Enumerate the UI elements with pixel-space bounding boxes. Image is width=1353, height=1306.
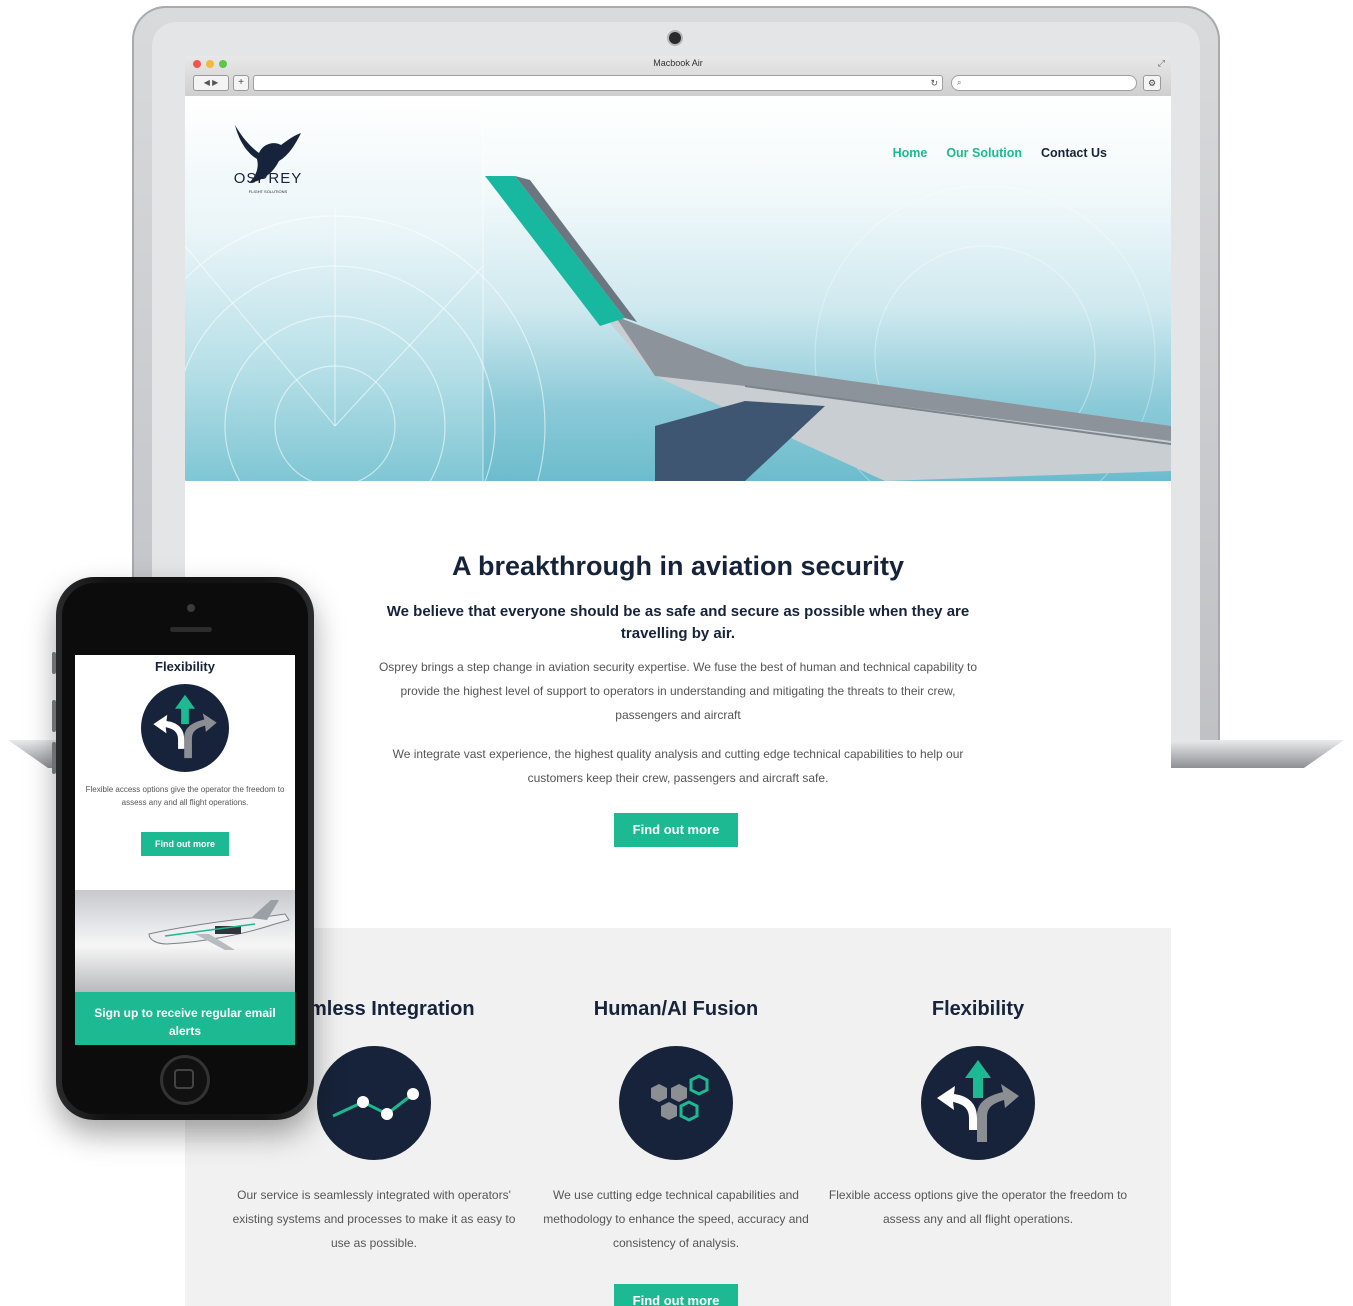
new-tab-button[interactable]: + [233,75,249,91]
feature-text: Our service is seamlessly integrated wit… [232,1188,516,1250]
mute-switch [52,652,56,674]
phone-screen: Flexibility Flexible access options give… [75,655,295,1045]
feature-text: Flexible access options give the operato… [828,1188,1128,1226]
feature-title: Flexibility [931,998,1025,1020]
phone-find-out-more-button[interactable]: Find out more [141,832,229,856]
intro-section: A breakthrough in aviation security We b… [185,481,1171,928]
browser-chrome: Macbook Air ⤢ ◀ ▶ + ↻ ⌕ ⚙ [185,56,1171,97]
line-graph-icon [317,1046,431,1160]
window-title: Macbook Air [653,58,703,68]
logo-tagline: FLIGHT SOLUTIONS [248,189,288,194]
volume-up-button [52,700,56,732]
nav-our-solution[interactable]: Our Solution [946,146,1022,160]
features-find-out-more-button[interactable]: Find out more [614,1284,738,1306]
phone-feature-title: Flexibility [155,659,215,674]
earpiece-speaker [170,627,212,632]
split-arrows-icon [921,1046,1035,1160]
split-arrows-icon [141,684,229,772]
back-forward-buttons[interactable]: ◀ ▶ [193,75,229,91]
feature-text: We use cutting edge technical capabiliti… [543,1188,809,1250]
main-nav: Home Our Solution Contact Us [893,146,1107,160]
home-button[interactable] [160,1055,210,1105]
features-section: Seamless Integration Our service is seam… [185,928,1171,1306]
search-input[interactable]: ⌕ [951,75,1137,91]
laptop-screen: Macbook Air ⤢ ◀ ▶ + ↻ ⌕ ⚙ OSPREY FLIGHT … [185,56,1171,1306]
nav-home[interactable]: Home [893,146,928,160]
business-jet-image [75,890,295,992]
address-bar[interactable]: ↻ [253,75,943,91]
email-signup-banner[interactable]: Sign up to receive regular email alerts [75,992,295,1045]
phone-feature-text: Flexible access options give the operato… [85,785,285,807]
intro-subheading: We believe that everyone should be as sa… [386,603,970,642]
reload-icon[interactable]: ↻ [930,76,938,90]
feature-title: Human/AI Fusion [593,998,759,1020]
logo-wordmark: OSPREY [233,170,303,187]
nav-contact-us[interactable]: Contact Us [1041,146,1107,160]
intro-paragraph-2: We integrate vast experience, the highes… [392,747,964,785]
webcam [669,32,681,44]
search-icon: ⌕ [957,78,962,87]
gear-icon[interactable]: ⚙ [1143,75,1161,91]
volume-down-button [52,742,56,774]
page-title: A breakthrough in aviation security [451,551,905,581]
find-out-more-button[interactable]: Find out more [614,813,738,847]
fullscreen-icon[interactable]: ⤢ [1158,58,1165,69]
hexagons-icon [619,1046,733,1160]
hero-banner: OSPREY FLIGHT SOLUTIONS Home Our Solutio… [185,96,1171,481]
email-signup-label: Sign up to receive regular email alerts [94,1006,276,1038]
front-camera [187,604,195,612]
intro-paragraph-1: Osprey brings a step change in aviation … [378,660,978,722]
